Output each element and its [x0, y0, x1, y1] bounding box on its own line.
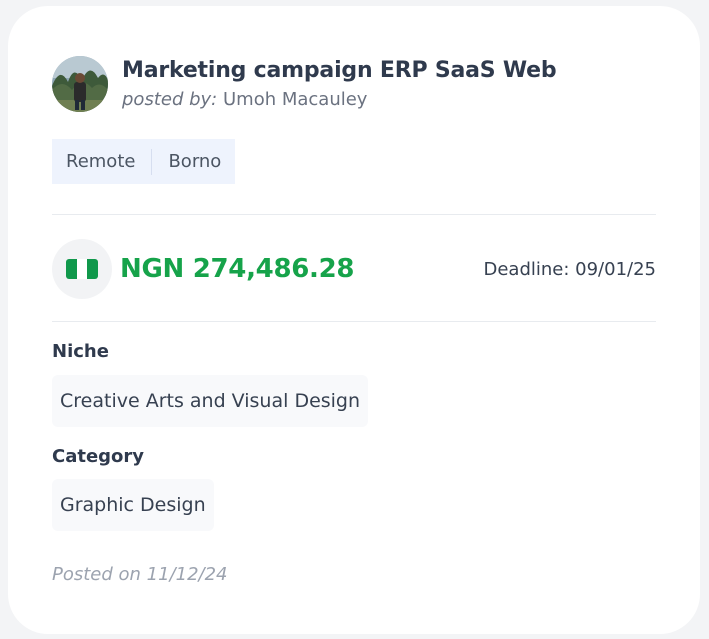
- divider-middle: [52, 321, 656, 322]
- posted-on-date: Posted on 11/12/24: [52, 564, 228, 585]
- nigeria-flag-icon: [66, 259, 98, 279]
- niche-label: Niche: [52, 341, 109, 362]
- currency-flag: [52, 239, 112, 299]
- posted-by-prefix: posted by:: [122, 89, 218, 110]
- tag-location: Borno: [168, 151, 222, 172]
- job-header: Marketing campaign ERP SaaS Web posted b…: [52, 56, 557, 112]
- price-row: NGN 274,486.28 Deadline: 09/01/25: [52, 239, 656, 299]
- posted-by: posted by: Umoh Macauley: [122, 89, 556, 111]
- tag-remote: Remote: [66, 151, 136, 172]
- divider-top: [52, 214, 656, 215]
- tag-separator: [151, 148, 153, 175]
- job-title[interactable]: Marketing campaign ERP SaaS Web: [122, 57, 557, 85]
- category-label: Category: [52, 446, 145, 467]
- job-card[interactable]: Marketing campaign ERP SaaS Web posted b…: [8, 6, 700, 634]
- niche-chip: Creative Arts and Visual Design: [52, 375, 369, 427]
- category-chip: Graphic Design: [52, 479, 214, 531]
- job-deadline: Deadline: 09/01/25: [483, 258, 656, 280]
- avatar[interactable]: [52, 56, 108, 112]
- job-titles: Marketing campaign ERP SaaS Web posted b…: [122, 57, 557, 111]
- poster-name[interactable]: Umoh Macauley: [223, 89, 367, 110]
- job-tags: Remote Borno: [52, 139, 236, 184]
- job-amount: NGN 274,486.28: [120, 254, 355, 284]
